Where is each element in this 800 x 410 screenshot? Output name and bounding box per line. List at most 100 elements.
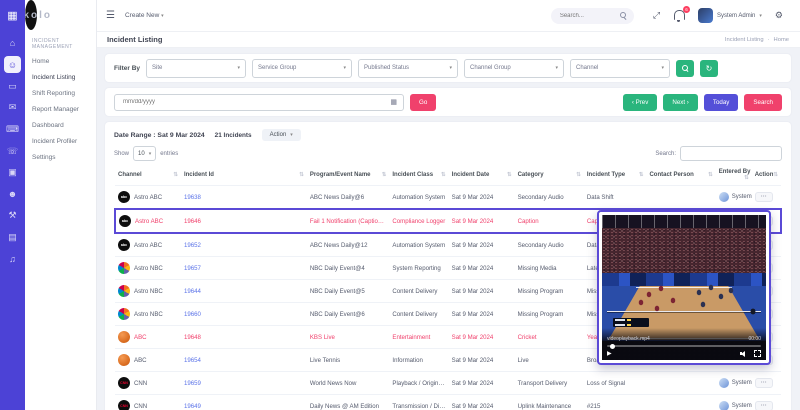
calendar-icon[interactable]: ▦ — [390, 98, 397, 106]
site-select[interactable]: Site ▾ — [146, 59, 246, 78]
filter-search-button[interactable] — [676, 60, 694, 77]
sidebar-item-home[interactable]: Home — [25, 53, 96, 69]
row-action-button[interactable]: ⋯ — [755, 192, 773, 202]
table-row[interactable]: CNNCNN 19659 World News Now Playback / O… — [115, 372, 781, 395]
channel-select[interactable]: Channel ▾ — [570, 59, 670, 78]
incident-id-link[interactable]: 19660 — [184, 311, 201, 318]
incident-id-link[interactable]: 19659 — [184, 380, 201, 387]
column-header[interactable]: Incident Class⇅ — [389, 165, 448, 186]
column-header[interactable]: Action⇅ — [752, 165, 781, 186]
column-header[interactable]: Entered By⇅ — [716, 165, 752, 186]
row-action-button[interactable]: ⋯ — [755, 378, 773, 388]
prev-button[interactable]: ‹ Prev — [623, 94, 658, 111]
sort-icon[interactable]: ⇅ — [773, 172, 778, 178]
sort-icon[interactable]: ⇅ — [708, 172, 713, 178]
go-button[interactable]: Go — [410, 94, 436, 111]
sort-icon[interactable]: ⇅ — [639, 172, 644, 178]
sidebar-item-shift-reporting[interactable]: Shift Reporting — [25, 85, 96, 101]
channel-name: Astro ABC — [134, 194, 162, 201]
apps-grid-icon[interactable]: ▦ — [0, 0, 25, 30]
column-header[interactable]: Program/Event Name⇅ — [307, 165, 390, 186]
breadcrumb-section: Incident Listing — [725, 37, 764, 43]
column-header[interactable]: Category⇅ — [515, 165, 584, 186]
sort-icon[interactable]: ⇅ — [299, 172, 304, 178]
support-icon[interactable]: ♫ — [4, 251, 21, 268]
video-seekbar[interactable] — [607, 345, 761, 347]
column-header[interactable]: Incident Id⇅ — [181, 165, 307, 186]
incident-id-link[interactable]: 19644 — [184, 288, 201, 295]
incident-id-link[interactable]: 19638 — [184, 194, 201, 201]
sort-icon[interactable]: ⇅ — [744, 175, 749, 181]
service-group-select[interactable]: Service Group ▾ — [252, 59, 352, 78]
fullscreen-video-icon[interactable] — [754, 350, 761, 357]
incident-id-link[interactable]: 19652 — [184, 242, 201, 249]
incident-id-link[interactable]: 19648 — [184, 334, 201, 341]
incident-id-link[interactable]: 19654 — [184, 357, 201, 364]
volleyball-net — [607, 311, 761, 313]
channel-name: ABC — [134, 334, 147, 341]
sort-icon[interactable]: ⇅ — [576, 172, 581, 178]
incident-icon[interactable]: ☺ — [4, 56, 21, 73]
sort-icon[interactable]: ⇅ — [441, 172, 446, 178]
calendar-icon[interactable]: ▤ — [4, 229, 21, 246]
sidebar-item-incident-listing[interactable]: Incident Listing — [25, 69, 96, 85]
published-status-select[interactable]: Published Status ▾ — [358, 59, 458, 78]
chat-icon[interactable]: ☏ — [4, 143, 21, 160]
sidebar-item-incident-profiler[interactable]: Incident Profiler — [25, 133, 96, 149]
entered-by-avatar — [719, 378, 729, 388]
date-input[interactable] — [121, 98, 365, 106]
settings-gear-icon[interactable]: ⚙ — [775, 10, 783, 21]
user-menu[interactable]: System Admin ▾ — [698, 8, 762, 23]
column-header[interactable]: Incident Date⇅ — [449, 165, 515, 186]
incident-id-link[interactable]: 19657 — [184, 265, 201, 272]
table-search-input[interactable] — [680, 146, 782, 161]
column-header[interactable]: Contact Person⇅ — [646, 165, 715, 186]
sort-icon[interactable]: ⇅ — [173, 172, 178, 178]
topbar: ☰ Create New ▾ ⤢ 6 System Admin ▾ ⚙ — [96, 0, 800, 32]
mail-icon[interactable]: ✉ — [4, 99, 21, 116]
incident-class: Automation System — [389, 233, 448, 257]
row-action-button[interactable]: ⋯ — [755, 401, 773, 410]
table-row[interactable]: abcAstro ABC 19638 ABC News Daily@6 Auto… — [115, 186, 781, 210]
video-filename: videoplayback.mp4 — [607, 336, 650, 342]
monitor-icon[interactable]: ▭ — [4, 78, 21, 95]
hamburger-menu-icon[interactable]: ☰ — [106, 10, 115, 21]
program-name: Live Tennis — [307, 349, 390, 372]
channel-group-select[interactable]: Channel Group ▾ — [464, 59, 564, 78]
icon-rail: ▦ ⌂ ☺ ▭ ✉ ⌨ ☏ ▣ ☻ ⚒ ▤ ♫ — [0, 0, 25, 410]
column-header[interactable]: Incident Type⇅ — [584, 165, 647, 186]
notifications-button[interactable]: 6 — [674, 10, 685, 22]
sidebar-item-dashboard[interactable]: Dashboard — [25, 117, 96, 133]
breadcrumb-current[interactable]: Home — [774, 37, 789, 43]
breadcrumb-separator: · — [768, 37, 770, 43]
search-button[interactable]: Search — [744, 94, 782, 111]
incident-id-link[interactable]: 19649 — [184, 403, 201, 410]
filter-reset-button[interactable]: ↻ — [700, 60, 718, 77]
table-row[interactable]: CNNCNN 19649 Daily News @ AM Edition Tra… — [115, 395, 781, 410]
page-head: Incident Listing Incident Listing · Home — [96, 32, 800, 48]
chevron-down-icon: ▾ — [759, 13, 762, 19]
topbar-search-input[interactable] — [558, 12, 620, 20]
users-icon[interactable]: ☻ — [4, 186, 21, 203]
seek-handle[interactable] — [610, 344, 615, 349]
laptop-icon[interactable]: ⌨ — [4, 121, 21, 138]
action-dropdown-button[interactable]: Action ▾ — [262, 129, 301, 141]
sort-icon[interactable]: ⇅ — [382, 172, 387, 178]
sidebar-item-report-manager[interactable]: Report Manager — [25, 101, 96, 117]
fullscreen-icon[interactable]: ⤢ — [653, 10, 660, 21]
next-button[interactable]: Next › — [663, 94, 698, 111]
page-size-select[interactable]: 10▾ — [133, 146, 156, 161]
create-new-button[interactable]: Create New ▾ — [125, 12, 164, 19]
tools-icon[interactable]: ⚒ — [4, 207, 21, 224]
gallery-icon[interactable]: ▣ — [4, 164, 21, 181]
home-icon[interactable]: ⌂ — [4, 35, 21, 52]
incident-date: Sat 9 Mar 2024 — [449, 257, 515, 280]
volume-icon[interactable] — [740, 350, 748, 357]
sort-icon[interactable]: ⇅ — [507, 172, 512, 178]
column-header[interactable]: Channel⇅ — [115, 165, 181, 186]
today-button[interactable]: Today — [704, 94, 739, 111]
play-button[interactable]: ▶ — [607, 351, 612, 357]
entered-by: System Admin — [732, 194, 752, 200]
sidebar-item-settings[interactable]: Settings — [25, 149, 96, 165]
incident-id-link[interactable]: 19646 — [184, 218, 201, 225]
